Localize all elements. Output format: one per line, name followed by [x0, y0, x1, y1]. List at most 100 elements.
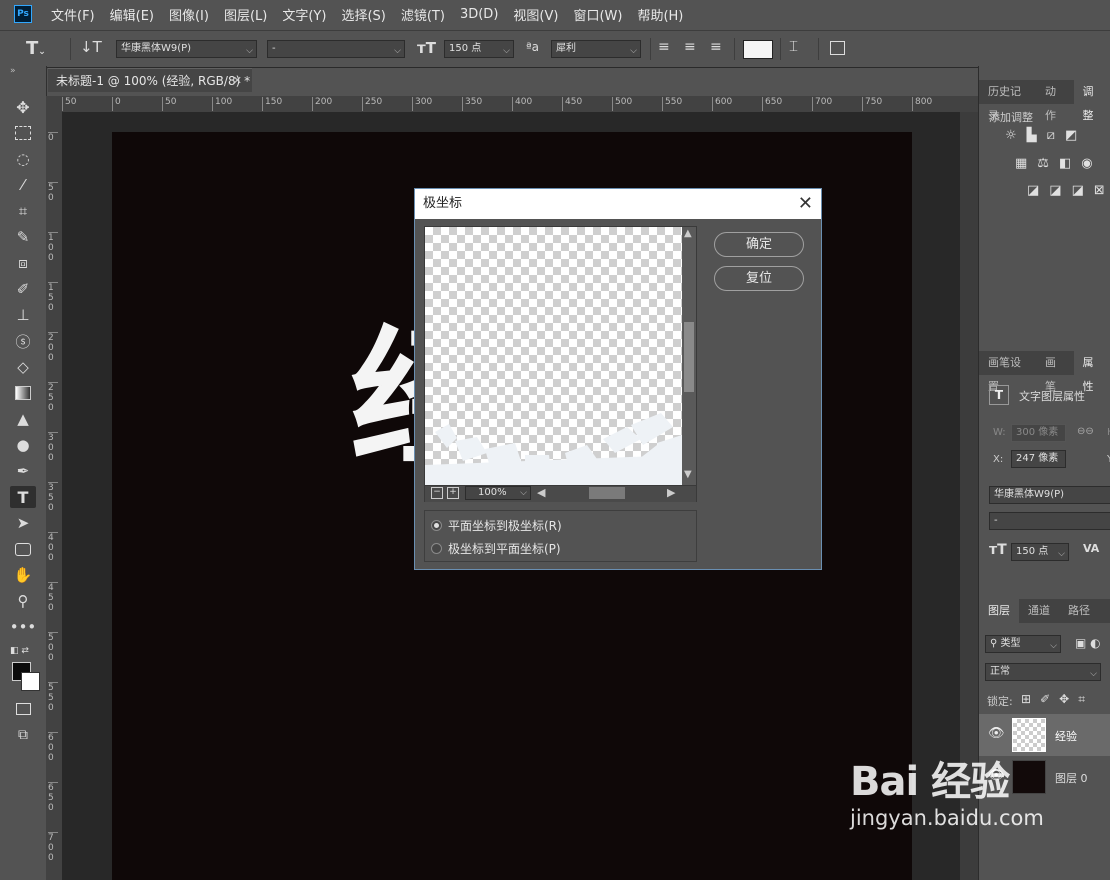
lock-transparency-icon[interactable]: ⊞ [1021, 692, 1031, 707]
marquee-tool-icon[interactable] [10, 122, 36, 144]
hand-tool-icon[interactable]: ✋ [10, 564, 36, 586]
path-selection-tool-icon[interactable]: ➤ [10, 512, 36, 534]
layer-filter-select[interactable]: ⚲ 类型 ⌵ [985, 635, 1061, 653]
collapse-icon[interactable]: » [10, 66, 16, 76]
align-center-icon[interactable]: ≡ [684, 39, 696, 55]
move-tool-icon[interactable]: ✥ [10, 96, 36, 118]
document-tab[interactable]: 未标题-1 @ 100% (经验, RGB/8) * ✕ [48, 68, 252, 92]
menu-select[interactable]: 选择(S) [341, 5, 385, 24]
hue-saturation-icon[interactable]: ▦ [1015, 156, 1027, 171]
zoom-out-icon[interactable]: − [431, 487, 443, 499]
menu-view[interactable]: 视图(V) [513, 5, 558, 24]
menu-help[interactable]: 帮助(H) [637, 5, 683, 24]
pen-tool-icon[interactable]: ✒ [10, 460, 36, 482]
preview-vertical-scrollbar[interactable]: ▲ ▼ [682, 227, 696, 485]
option-rect-to-polar[interactable]: 平面坐标到极坐标(R) [431, 516, 562, 534]
menu-file[interactable]: 文件(F) [51, 5, 95, 24]
dodge-tool-icon[interactable]: ● [10, 434, 36, 456]
visibility-eye-icon[interactable]: 👁 [988, 726, 1005, 741]
align-left-icon[interactable]: ≡ [658, 39, 670, 55]
photo-filter-icon[interactable]: ◉ [1081, 156, 1092, 171]
menu-image[interactable]: 图像(I) [169, 5, 209, 24]
healing-brush-tool-icon[interactable]: ⧈ [10, 252, 36, 274]
zoom-tool-icon[interactable]: ⚲ [10, 590, 36, 612]
reset-button[interactable]: 复位 [714, 266, 804, 291]
default-colors-icon[interactable]: ◧ ⇄ [10, 646, 29, 656]
scroll-up-icon[interactable]: ▲ [684, 228, 692, 239]
width-field[interactable]: 300 像素 [1011, 424, 1066, 442]
lasso-tool-icon[interactable]: ◌ [10, 148, 36, 170]
option-polar-to-rect[interactable]: 极坐标到平面坐标(P) [431, 539, 561, 557]
tab-channels[interactable]: 通道 [1019, 599, 1059, 623]
toggle-orientation-icon[interactable]: ↓T [80, 38, 102, 56]
scroll-thumb[interactable] [684, 322, 694, 392]
close-icon[interactable]: ✕ [798, 189, 813, 219]
lock-paint-icon[interactable]: ✐ [1040, 692, 1050, 707]
threshold-icon[interactable]: ◪ [1072, 183, 1084, 198]
layer-row[interactable]: 👁 经验 [979, 714, 1110, 756]
brush-tool-icon[interactable]: ✐ [10, 278, 36, 300]
radio-selected[interactable] [431, 519, 442, 531]
black-white-icon[interactable]: ◧ [1059, 156, 1071, 171]
background-color-swatch[interactable] [21, 672, 40, 691]
menu-type[interactable]: 文字(Y) [282, 5, 326, 24]
filter-image-icon[interactable]: ▣ ◐ [1075, 636, 1101, 650]
scroll-left-icon[interactable]: ◀ [537, 486, 545, 499]
quick-mask-icon[interactable] [10, 698, 36, 720]
ok-button[interactable]: 确定 [714, 232, 804, 257]
crop-tool-icon[interactable]: ⌗ [10, 200, 36, 222]
type-tool-preset-icon[interactable]: T⌄ [26, 38, 46, 59]
zoom-level-select[interactable]: 100% ⌵ [465, 486, 531, 500]
tab-properties[interactable]: 属性 [1073, 351, 1110, 393]
menu-filter[interactable]: 滤镜(T) [401, 5, 445, 24]
invert-icon[interactable]: ◪ [1027, 183, 1039, 198]
tab-paths[interactable]: 路径 [1059, 599, 1099, 623]
tab-adjustments[interactable]: 调整 [1073, 80, 1110, 122]
brightness-icon[interactable]: ☼ [1005, 128, 1017, 143]
menu-3d[interactable]: 3D(D) [460, 7, 498, 22]
close-tab-icon[interactable]: ✕ [233, 69, 242, 93]
align-right-icon[interactable]: ≡ [710, 39, 722, 55]
x-position-field[interactable]: 247 像素 [1011, 450, 1066, 468]
tracking-icon[interactable]: VA [1083, 542, 1099, 555]
curves-icon[interactable]: ⧄ [1047, 128, 1055, 143]
gradient-map-icon[interactable]: ⊠ [1094, 183, 1105, 198]
props-size-field[interactable]: 150 点 ⌵ [1011, 543, 1069, 561]
font-style-select[interactable]: - ⌵ [267, 40, 405, 58]
menu-window[interactable]: 窗口(W) [573, 5, 622, 24]
exposure-icon[interactable]: ◩ [1065, 128, 1077, 143]
eraser-tool-icon[interactable]: ◇ [10, 356, 36, 378]
tab-actions[interactable]: 动作 [1036, 80, 1074, 122]
lock-artboard-icon[interactable]: ⌗ [1078, 692, 1085, 707]
lock-position-icon[interactable]: ✥ [1059, 692, 1069, 707]
tab-layers[interactable]: 图层 [979, 599, 1019, 623]
shape-tool-icon[interactable] [10, 538, 36, 560]
zoom-in-icon[interactable]: + [447, 487, 459, 499]
antialias-select[interactable]: 犀利 ⌵ [551, 40, 641, 58]
warp-text-icon[interactable]: ⌶ [789, 37, 798, 55]
gradient-tool-icon[interactable] [10, 382, 36, 404]
h-scroll-thumb[interactable] [589, 487, 625, 499]
blur-tool-icon[interactable]: ▲ [10, 408, 36, 430]
menu-edit[interactable]: 编辑(E) [110, 5, 154, 24]
screen-mode-icon[interactable]: ⧉ [10, 724, 36, 746]
type-tool-icon[interactable]: T [10, 486, 36, 508]
menu-layer[interactable]: 图层(L) [224, 5, 267, 24]
more-tools-icon[interactable]: ••• [10, 616, 37, 638]
font-size-select[interactable]: 150 点 ⌵ [444, 40, 514, 58]
magic-wand-tool-icon[interactable]: ⁄ [10, 174, 36, 196]
tab-history[interactable]: 历史记录 [979, 80, 1036, 122]
tab-brushes[interactable]: 画笔 [1036, 351, 1074, 393]
stamp-tool-icon[interactable]: ⊥ [10, 304, 36, 326]
scroll-down-icon[interactable]: ▼ [684, 469, 692, 480]
blend-mode-select[interactable]: 正常 ⌵ [985, 663, 1101, 681]
eyedropper-tool-icon[interactable]: ✎ [10, 226, 36, 248]
filter-preview[interactable] [425, 227, 682, 485]
color-balance-icon[interactable]: ⚖ [1037, 156, 1049, 171]
character-panel-icon[interactable] [830, 41, 845, 55]
props-style-field[interactable]: - [989, 512, 1110, 530]
props-font-field[interactable]: 华康黑体W9(P) [989, 486, 1110, 504]
tab-brush-settings[interactable]: 画笔设置 [979, 351, 1036, 393]
radio-unselected[interactable] [431, 542, 442, 554]
posterize-icon[interactable]: ◪ [1049, 183, 1061, 198]
